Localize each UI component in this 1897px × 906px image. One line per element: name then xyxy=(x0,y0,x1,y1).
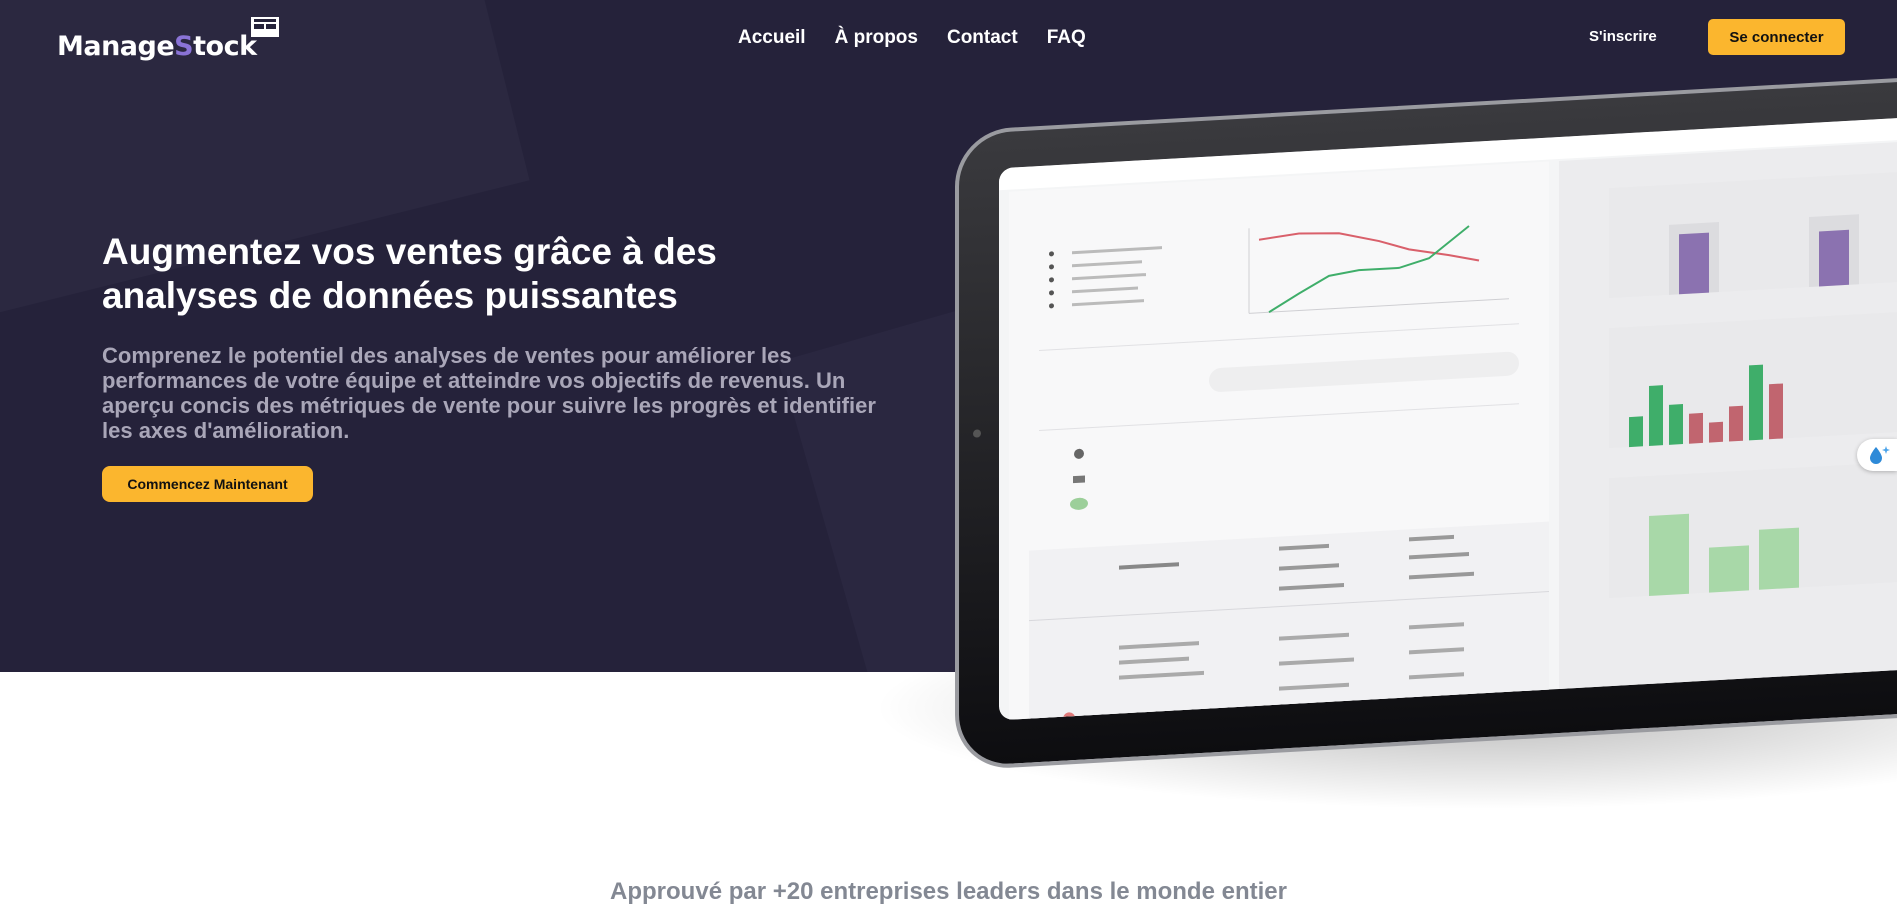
mockup-bar xyxy=(1709,421,1723,443)
floating-widget-button[interactable] xyxy=(1857,439,1897,471)
main-nav: Accueil À propos Contact FAQ xyxy=(738,26,1086,50)
mockup-bar xyxy=(1759,527,1799,590)
mockup-bar xyxy=(1729,405,1743,442)
get-started-button[interactable]: Commencez Maintenant xyxy=(102,466,313,502)
dashboard-left-panel xyxy=(1009,161,1549,721)
trust-heading: Approuvé par +20 entreprises leaders dan… xyxy=(610,878,1287,905)
mockup-bar-chart-bottom xyxy=(1609,451,1897,599)
divider xyxy=(1039,403,1519,432)
mockup-bar xyxy=(1769,383,1783,440)
mockup-bar xyxy=(1749,364,1763,441)
tablet-camera xyxy=(973,429,981,438)
nav-link-about[interactable]: À propos xyxy=(835,26,918,50)
mockup-bar xyxy=(1819,229,1849,287)
water-drop-sparkle-icon xyxy=(1870,446,1890,464)
mockup-bar xyxy=(1679,232,1709,295)
mockup-bar-chart-mid xyxy=(1609,301,1897,449)
nav-link-home[interactable]: Accueil xyxy=(738,26,806,50)
nav-link-faq[interactable]: FAQ xyxy=(1047,26,1086,50)
brand-name: ManageStock xyxy=(57,31,257,62)
legend-list xyxy=(1049,241,1162,312)
mockup-bar xyxy=(1649,385,1663,446)
window-grid-icon xyxy=(251,17,279,37)
tablet-screen xyxy=(999,111,1897,721)
tablet-dashboard-illustration xyxy=(955,69,1897,771)
nav-link-contact[interactable]: Contact xyxy=(947,26,1018,50)
mockup-pill xyxy=(1209,351,1519,393)
mockup-bar xyxy=(1669,404,1683,445)
mockup-row-icons xyxy=(1070,448,1088,510)
hero-description: Comprenez le potentiel des analyses de v… xyxy=(102,343,876,443)
mockup-line-chart xyxy=(1248,225,1509,314)
dashboard-right-panel xyxy=(1559,131,1897,721)
mockup-bar xyxy=(1709,545,1749,593)
login-button[interactable]: Se connecter xyxy=(1708,19,1845,55)
mockup-bar xyxy=(1649,513,1689,596)
mockup-bar-chart-top xyxy=(1609,161,1897,299)
mockup-bar xyxy=(1629,416,1643,448)
mockup-table xyxy=(1029,521,1549,721)
mockup-bar xyxy=(1689,412,1703,444)
hero-title: Augmentez vos ventes grâce à des analyse… xyxy=(102,231,717,316)
divider xyxy=(1039,323,1519,352)
brand-logo[interactable]: ManageStock xyxy=(57,16,297,60)
signup-link[interactable]: S'inscrire xyxy=(1589,27,1657,47)
